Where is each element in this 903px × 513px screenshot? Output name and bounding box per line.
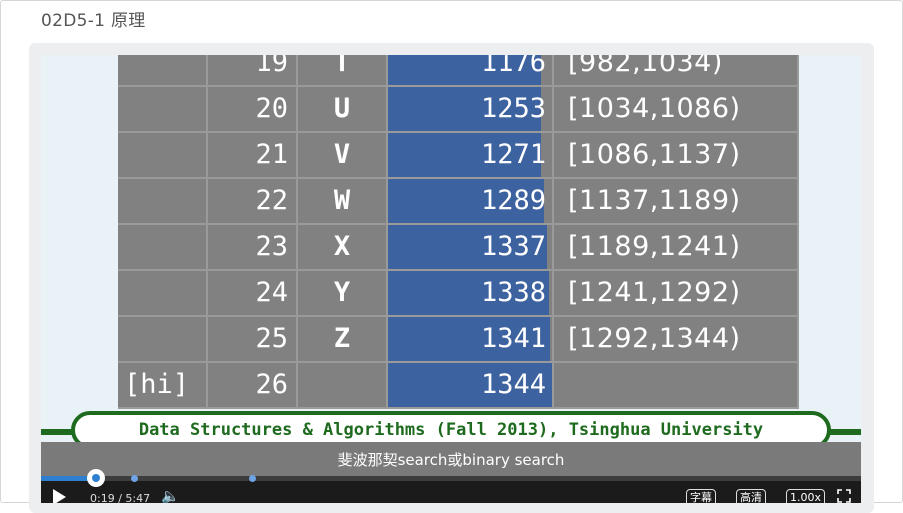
- row-index-cell-text: 22: [255, 185, 288, 216]
- row-letter-cell: Y: [298, 271, 388, 317]
- row-index-cell-text: 20: [255, 93, 288, 124]
- row-value-cell-text: 1341: [480, 323, 546, 354]
- row-value-cell: 1337: [388, 225, 554, 271]
- row-letter-cell-text: Z: [333, 323, 351, 354]
- table-row: 23 X 1337 [1189,1241): [118, 225, 799, 271]
- row-range-cell-text: [1292,1344): [568, 323, 741, 354]
- row-index-cell: 23: [208, 225, 298, 271]
- row-label-cell-text: [hi]: [124, 369, 190, 400]
- row-value-cell: 1289: [388, 179, 554, 225]
- chapter-marker[interactable]: [130, 475, 138, 482]
- row-index-cell: 21: [208, 133, 298, 179]
- table-row: 22 W 1289 [1137,1189): [118, 179, 799, 225]
- row-range-cell: [1137,1189): [554, 179, 799, 225]
- row-value-cell: 1271: [388, 133, 554, 179]
- table-row: 24 Y 1338 [1241,1292): [118, 271, 799, 317]
- subtitles-button[interactable]: 字幕: [686, 489, 716, 503]
- volume-icon[interactable]: 🔈: [161, 487, 180, 503]
- table-row: 25 Z 1341 [1292,1344): [118, 317, 799, 363]
- row-label-cell: [118, 271, 208, 317]
- row-letter-cell: X: [298, 225, 388, 271]
- row-range-cell-text: [1241,1292): [568, 277, 741, 308]
- progress-track[interactable]: [41, 476, 861, 481]
- row-value-cell: 1253: [388, 87, 554, 133]
- row-letter-cell: [298, 363, 388, 409]
- table-row: 20 U 1253 [1034,1086): [118, 87, 799, 133]
- row-value-cell-text: 1289: [480, 185, 546, 216]
- row-range-cell: [982,1034): [554, 55, 799, 87]
- row-range-cell-text: [1034,1086): [568, 93, 741, 124]
- chapter-marker[interactable]: [248, 475, 256, 482]
- row-value-cell-text: 1176: [480, 55, 546, 78]
- row-letter-cell-text: W: [333, 185, 351, 216]
- row-value-cell: 1341: [388, 317, 554, 363]
- row-value-cell: 1176: [388, 55, 554, 87]
- time-display: 0:19 / 5:47: [90, 492, 151, 503]
- row-letter-cell: V: [298, 133, 388, 179]
- table-row: 19 T 1176 [982,1034): [118, 55, 799, 87]
- row-value-cell-text: 1337: [480, 231, 546, 262]
- row-letter-cell: T: [298, 55, 388, 87]
- row-label-cell: [118, 225, 208, 271]
- row-label-cell: [hi]: [118, 363, 208, 409]
- row-letter-cell-text: V: [333, 139, 351, 170]
- row-range-cell: [1034,1086): [554, 87, 799, 133]
- row-letter-cell: U: [298, 87, 388, 133]
- row-range-cell: [1292,1344): [554, 317, 799, 363]
- row-value-cell-text: 1338: [480, 277, 546, 308]
- row-range-cell: [1086,1137): [554, 133, 799, 179]
- row-index-cell: 26: [208, 363, 298, 409]
- row-index-cell-text: 24: [255, 277, 288, 308]
- video-player[interactable]: 19 T 1176 [982,1034) 20 U 1253 [1034,1086) 21 V 12…: [41, 55, 861, 503]
- row-range-cell-text: [1086,1137): [568, 139, 741, 170]
- row-letter-cell: W: [298, 179, 388, 225]
- row-index-cell-text: 21: [255, 139, 288, 170]
- speed-button[interactable]: 1.00x: [786, 489, 826, 503]
- row-letter-cell-text: X: [333, 231, 351, 262]
- row-index-cell-text: 23: [255, 231, 288, 262]
- row-range-cell-text: [982,1034): [568, 55, 723, 78]
- row-range-cell: [1189,1241): [554, 225, 799, 271]
- lecture-title: 02D5-1 原理: [41, 11, 146, 31]
- row-value-cell: 1344: [388, 363, 554, 409]
- row-label-cell: [118, 179, 208, 225]
- row-index-cell: 19: [208, 55, 298, 87]
- row-letter-cell-text: Y: [333, 277, 351, 308]
- row-value-cell: 1338: [388, 271, 554, 317]
- row-index-cell-text: 26: [255, 369, 288, 400]
- row-label-cell: [118, 55, 208, 87]
- row-index-cell-text: 25: [255, 323, 288, 354]
- row-index-cell: 24: [208, 271, 298, 317]
- progress-knob[interactable]: [86, 469, 105, 487]
- table-row: 21 V 1271 [1086,1137): [118, 133, 799, 179]
- row-letter-cell: Z: [298, 317, 388, 363]
- row-label-cell: [118, 87, 208, 133]
- row-letter-cell-text: T: [333, 55, 351, 78]
- row-value-cell-text: 1271: [480, 139, 546, 170]
- row-label-cell: [118, 133, 208, 179]
- row-index-cell: 20: [208, 87, 298, 133]
- row-letter-cell-text: U: [333, 93, 351, 124]
- row-value-cell-text: 1253: [480, 93, 546, 124]
- table-row: [hi] 26 1344: [118, 363, 799, 409]
- row-index-cell: 25: [208, 317, 298, 363]
- row-index-cell: 22: [208, 179, 298, 225]
- row-range-cell: [1241,1292): [554, 271, 799, 317]
- play-icon[interactable]: [53, 489, 66, 503]
- row-label-cell: [118, 317, 208, 363]
- row-index-cell-text: 19: [255, 55, 288, 78]
- row-range-cell: [554, 363, 799, 409]
- fullscreen-icon[interactable]: [837, 489, 851, 503]
- row-range-cell-text: [1137,1189): [568, 185, 741, 216]
- quality-button[interactable]: 高清: [736, 489, 766, 503]
- row-value-cell-text: 1344: [480, 369, 546, 400]
- video-caption: 斐波那契search或binary search: [337, 451, 565, 469]
- row-range-cell-text: [1189,1241): [568, 231, 741, 262]
